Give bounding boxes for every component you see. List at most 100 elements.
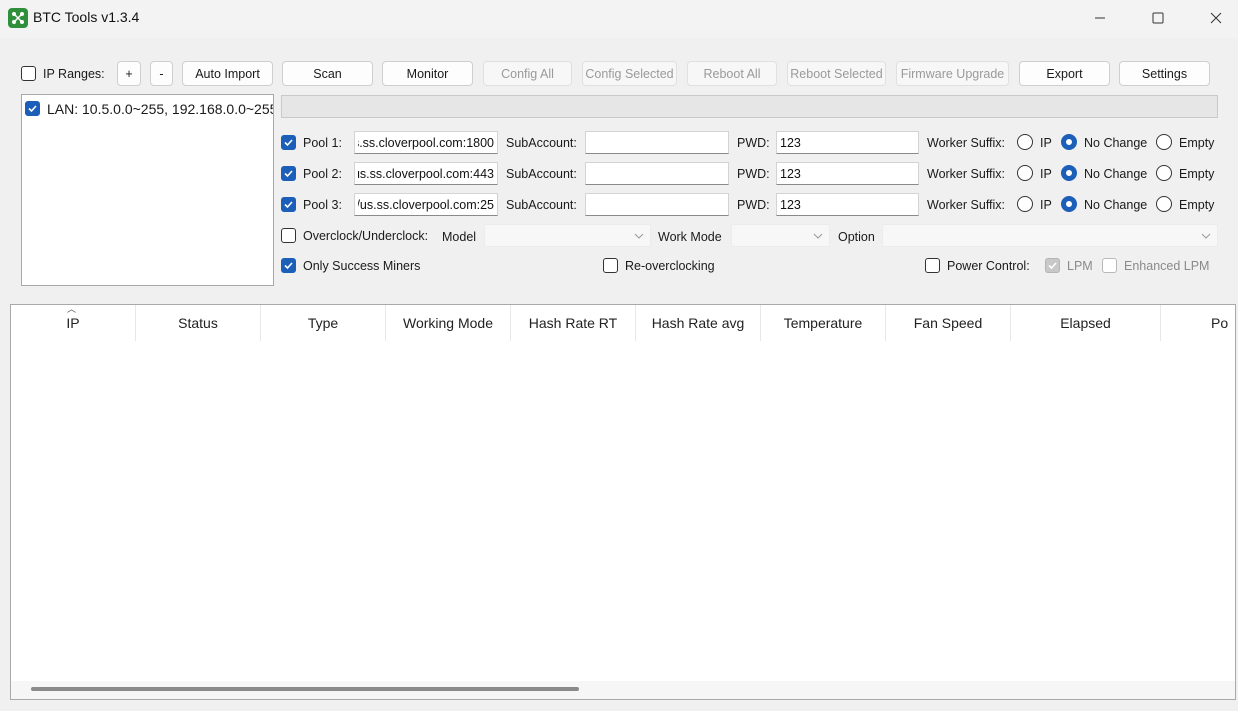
close-button[interactable] <box>1187 0 1238 36</box>
chevron-down-icon <box>1201 233 1211 239</box>
chevron-down-icon <box>813 233 823 239</box>
horizontal-scrollbar-thumb[interactable] <box>31 687 579 691</box>
reboot-all-button[interactable]: Reboot All <box>687 61 777 86</box>
pool-3-worker-suffix-label: Worker Suffix: <box>927 198 1006 212</box>
power-control-checkbox[interactable] <box>925 258 940 273</box>
pool-2-suffix-empty-label: Empty <box>1179 167 1215 181</box>
column-header-label: IP <box>66 315 80 331</box>
only-success-label: Only Success Miners <box>303 259 421 273</box>
pool-1-url-input[interactable] <box>354 131 498 154</box>
monitor-button[interactable]: Monitor <box>382 61 473 86</box>
pool-3-pwd-label: PWD: <box>737 198 770 212</box>
power-control-label: Power Control: <box>947 259 1030 273</box>
range-item-label[interactable]: LAN: 10.5.0.0~255, 192.168.0.0~255 <box>47 101 273 117</box>
check-icon <box>1048 262 1057 270</box>
work-mode-label: Work Mode <box>658 230 722 244</box>
pool-1-pwd-label: PWD: <box>737 136 770 150</box>
ip-ranges-label: IP Ranges: <box>43 67 105 81</box>
minimize-button[interactable] <box>1071 0 1129 36</box>
column-header[interactable]: Elapsed <box>1011 305 1161 341</box>
pool-1-subaccount-input[interactable] <box>585 131 729 154</box>
firmware-upgrade-button[interactable]: Firmware Upgrade <box>896 61 1009 86</box>
pool-3-subaccount-input[interactable] <box>585 193 729 216</box>
column-header[interactable]: Type <box>261 305 386 341</box>
range-item-checkbox[interactable] <box>25 101 40 116</box>
pool-1-suffix-empty-label: Empty <box>1179 136 1215 150</box>
ip-range-list[interactable]: LAN: 10.5.0.0~255, 192.168.0.0~255 <box>21 94 274 286</box>
column-header[interactable]: Working Mode <box>386 305 511 341</box>
remove-range-button[interactable]: - <box>150 61 173 86</box>
pool-1-suffix-nochange-radio[interactable] <box>1061 134 1077 150</box>
column-header[interactable]: Hash Rate avg <box>636 305 761 341</box>
column-header-label: Hash Rate RT <box>528 315 618 331</box>
pool-2-suffix-empty-radio[interactable] <box>1156 165 1172 181</box>
pool-3-suffix-empty-label: Empty <box>1179 198 1215 212</box>
enhanced-lpm-label: Enhanced LPM <box>1124 259 1210 273</box>
column-header-label: Working Mode <box>402 315 493 331</box>
only-success-checkbox[interactable] <box>281 258 296 273</box>
pool-2-subaccount-label: SubAccount: <box>506 167 577 181</box>
chevron-down-icon <box>634 233 644 239</box>
pool-3-pwd-input[interactable] <box>776 193 919 216</box>
column-header[interactable]: IP ︿ <box>11 305 136 341</box>
pool-3-suffix-empty-radio[interactable] <box>1156 196 1172 212</box>
app-logo-icon <box>8 8 28 28</box>
export-button[interactable]: Export <box>1019 61 1110 86</box>
pool-3-label: Pool 3: <box>303 198 342 212</box>
pool-3-suffix-nochange-radio[interactable] <box>1061 196 1077 212</box>
pool-2-checkbox[interactable] <box>281 166 296 181</box>
column-header[interactable]: Status <box>136 305 261 341</box>
config-selected-button[interactable]: Config Selected <box>582 61 677 86</box>
lpm-label: LPM <box>1067 259 1093 273</box>
check-icon <box>28 105 37 113</box>
pool-3-suffix-ip-radio[interactable] <box>1017 196 1033 212</box>
pool-2-url-input[interactable] <box>354 162 498 185</box>
ip-ranges-checkbox[interactable] <box>21 66 36 81</box>
enhanced-lpm-checkbox[interactable] <box>1102 258 1117 273</box>
pool-1-suffix-ip-label: IP <box>1040 136 1052 150</box>
lpm-checkbox[interactable] <box>1045 258 1060 273</box>
model-select[interactable] <box>484 224 651 247</box>
pool-2-suffix-ip-label: IP <box>1040 167 1052 181</box>
column-header-label: Po <box>1211 315 1229 331</box>
maximize-icon <box>1152 12 1164 24</box>
work-mode-select[interactable] <box>731 224 830 247</box>
settings-button[interactable]: Settings <box>1119 61 1210 86</box>
horizontal-scrollbar[interactable] <box>11 681 1235 699</box>
pool-1-checkbox[interactable] <box>281 135 296 150</box>
pool-3-suffix-nochange-label: No Change <box>1084 198 1148 212</box>
title-bar: BTC Tools v1.3.4 <box>0 0 1238 38</box>
pool-2-suffix-nochange-label: No Change <box>1084 167 1148 181</box>
column-header[interactable]: Po <box>1161 305 1235 341</box>
overclock-checkbox[interactable] <box>281 228 296 243</box>
check-icon <box>284 201 293 209</box>
pool-2-subaccount-input[interactable] <box>585 162 729 185</box>
reoverclocking-checkbox[interactable] <box>603 258 618 273</box>
option-label: Option <box>838 230 875 244</box>
pool-3-url-input[interactable] <box>354 193 498 216</box>
pool-3-suffix-ip-label: IP <box>1040 198 1052 212</box>
column-header-label: Type <box>307 315 339 331</box>
reboot-selected-button[interactable]: Reboot Selected <box>787 61 886 86</box>
auto-import-button[interactable]: Auto Import <box>182 61 273 86</box>
column-header[interactable]: Hash Rate RT <box>511 305 636 341</box>
pool-1-suffix-ip-radio[interactable] <box>1017 134 1033 150</box>
pool-2-pwd-input[interactable] <box>776 162 919 185</box>
pool-1-pwd-input[interactable] <box>776 131 919 154</box>
column-header[interactable]: Fan Speed <box>886 305 1011 341</box>
pool-1-worker-suffix-label: Worker Suffix: <box>927 136 1006 150</box>
pool-3-checkbox[interactable] <box>281 197 296 212</box>
pool-2-suffix-ip-radio[interactable] <box>1017 165 1033 181</box>
option-select[interactable] <box>882 224 1218 247</box>
maximize-button[interactable] <box>1129 0 1187 36</box>
pool-1-suffix-empty-radio[interactable] <box>1156 134 1172 150</box>
config-all-button[interactable]: Config All <box>483 61 572 86</box>
pool-1-label: Pool 1: <box>303 136 342 150</box>
pool-2-pwd-label: PWD: <box>737 167 770 181</box>
pool-2-suffix-nochange-radio[interactable] <box>1061 165 1077 181</box>
model-label: Model <box>442 230 477 244</box>
add-range-button[interactable]: + <box>117 61 141 86</box>
miner-table[interactable]: IP ︿ Status Type Working Mode Hash Rate RT Has… <box>10 304 1236 700</box>
scan-button[interactable]: Scan <box>282 61 373 86</box>
column-header[interactable]: Temperature <box>761 305 886 341</box>
